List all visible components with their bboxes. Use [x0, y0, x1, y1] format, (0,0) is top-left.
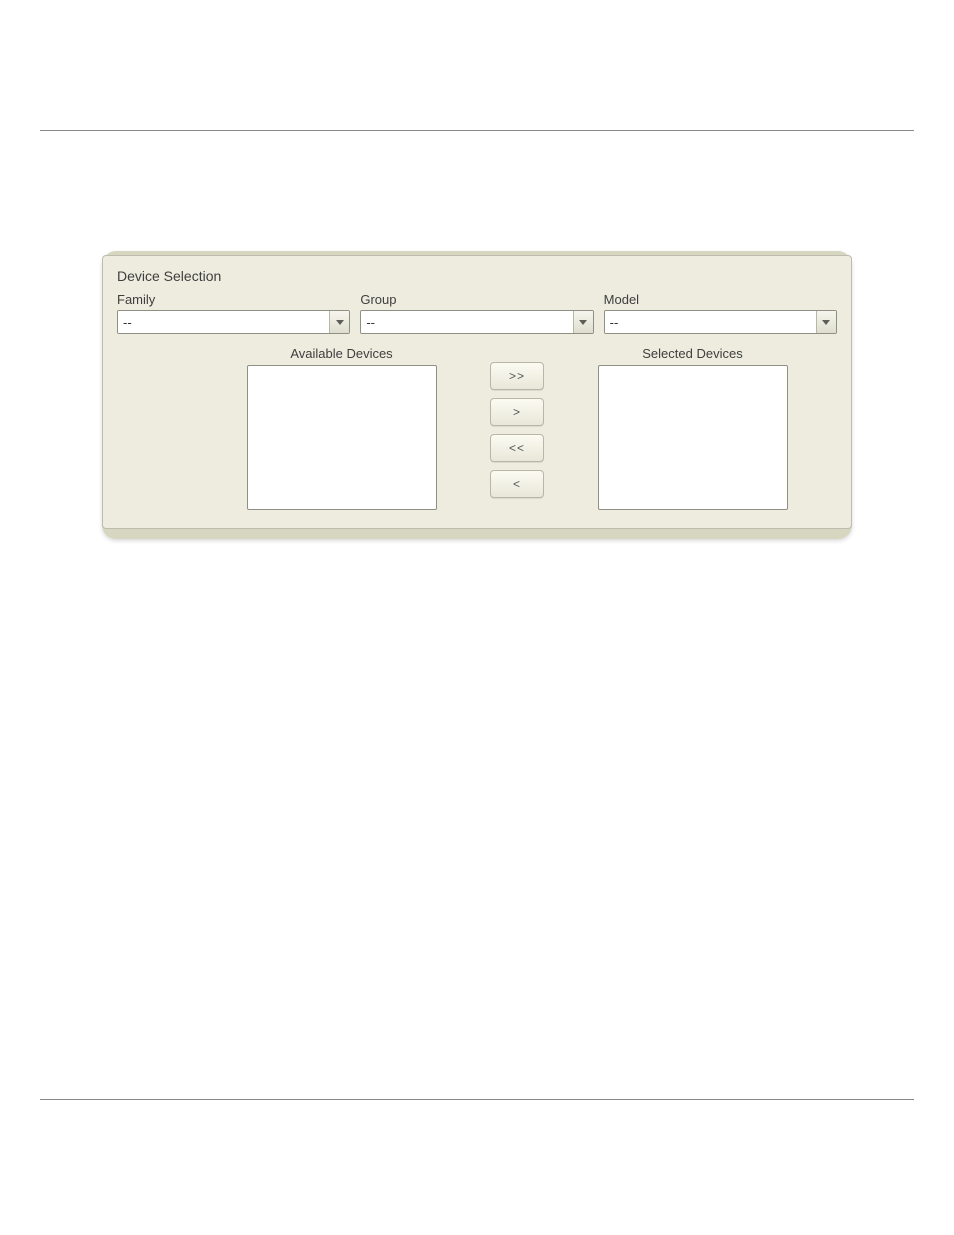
chevron-down-icon [822, 320, 830, 325]
group-select[interactable] [360, 310, 593, 334]
divider-bottom [40, 1099, 914, 1100]
selected-devices-listbox[interactable] [598, 365, 788, 510]
family-select[interactable] [117, 310, 350, 334]
model-select-button[interactable] [816, 311, 836, 333]
group-label: Group [360, 292, 593, 307]
panel-shadow: Device Selection Family Group [102, 251, 852, 539]
model-select[interactable] [604, 310, 837, 334]
panel-title: Device Selection [117, 268, 837, 284]
add-one-button[interactable]: > [490, 398, 544, 426]
family-label: Family [117, 292, 350, 307]
available-devices-column: Available Devices [207, 346, 476, 510]
device-selection-panel-wrap: Device Selection Family Group [102, 251, 852, 539]
remove-all-button[interactable]: << [490, 434, 544, 462]
model-label: Model [604, 292, 837, 307]
available-devices-label: Available Devices [290, 346, 392, 361]
device-selection-panel: Device Selection Family Group [102, 255, 852, 529]
selected-devices-column: Selected Devices [558, 346, 827, 510]
available-devices-listbox[interactable] [247, 365, 437, 510]
move-buttons-column: >> > << < [490, 346, 544, 498]
divider-top [40, 130, 914, 131]
add-all-button[interactable]: >> [490, 362, 544, 390]
remove-one-button[interactable]: < [490, 470, 544, 498]
filter-row: Family Group [117, 292, 837, 334]
group-select-value[interactable] [361, 311, 572, 333]
model-field: Model [604, 292, 837, 334]
group-select-button[interactable] [573, 311, 593, 333]
device-dual-list: Available Devices >> > << < Selected Dev… [117, 346, 837, 510]
group-field: Group [360, 292, 593, 334]
family-select-value[interactable] [118, 311, 329, 333]
chevron-down-icon [336, 320, 344, 325]
family-field: Family [117, 292, 350, 334]
selected-devices-label: Selected Devices [642, 346, 742, 361]
model-select-value[interactable] [605, 311, 816, 333]
chevron-down-icon [579, 320, 587, 325]
family-select-button[interactable] [329, 311, 349, 333]
